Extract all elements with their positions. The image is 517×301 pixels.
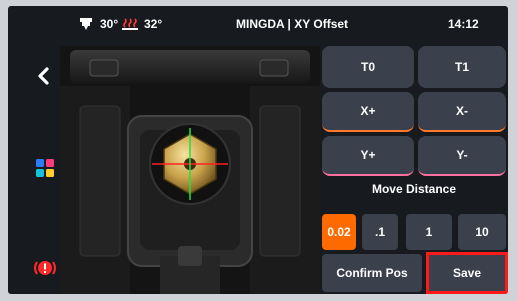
confirm-pos-button[interactable]: Confirm Pos [322,254,422,292]
tool-t1-button[interactable]: T1 [418,46,506,88]
y-minus-button[interactable]: Y- [418,136,506,176]
camera-view [60,46,320,294]
top-bar: 30° 32° MINGDA | XY Offset 14:12 [8,6,508,42]
distance-0-02-button[interactable]: 0.02 [322,214,356,250]
back-chevron-icon[interactable] [36,66,50,86]
clock: 14:12 [448,17,479,31]
tool-t0-button[interactable]: T0 [322,46,414,88]
nozzle-heat-icon [80,18,92,30]
distance-1-button[interactable]: 1 [406,214,452,250]
distance-0-1-button[interactable]: .1 [362,214,398,250]
nozzle-temp-value: 30° [100,17,119,31]
sidebar-emergency-button[interactable] [28,256,62,280]
y-plus-button[interactable]: Y+ [322,136,414,176]
move-distance-label: Move Distance [371,182,457,196]
bed-heat-icon [122,18,138,30]
apps-grid-icon [36,159,54,177]
x-plus-button[interactable]: X+ [322,92,414,132]
x-minus-button[interactable]: X- [418,92,506,132]
bed-temp-value: 32° [144,17,163,31]
bed-temp: 32° [122,17,162,31]
save-highlight-box [426,252,508,294]
screen: 30° 32° MINGDA | XY Offset 14:12 T0 T1 X… [8,6,508,294]
nozzle-temp: 30° [78,17,118,31]
emergency-stop-icon [34,261,56,275]
sidebar-apps-button[interactable] [28,156,62,180]
nozzle-camera-image [60,46,320,294]
distance-10-button[interactable]: 10 [458,214,506,250]
page-title: MINGDA | XY Offset [236,17,349,31]
